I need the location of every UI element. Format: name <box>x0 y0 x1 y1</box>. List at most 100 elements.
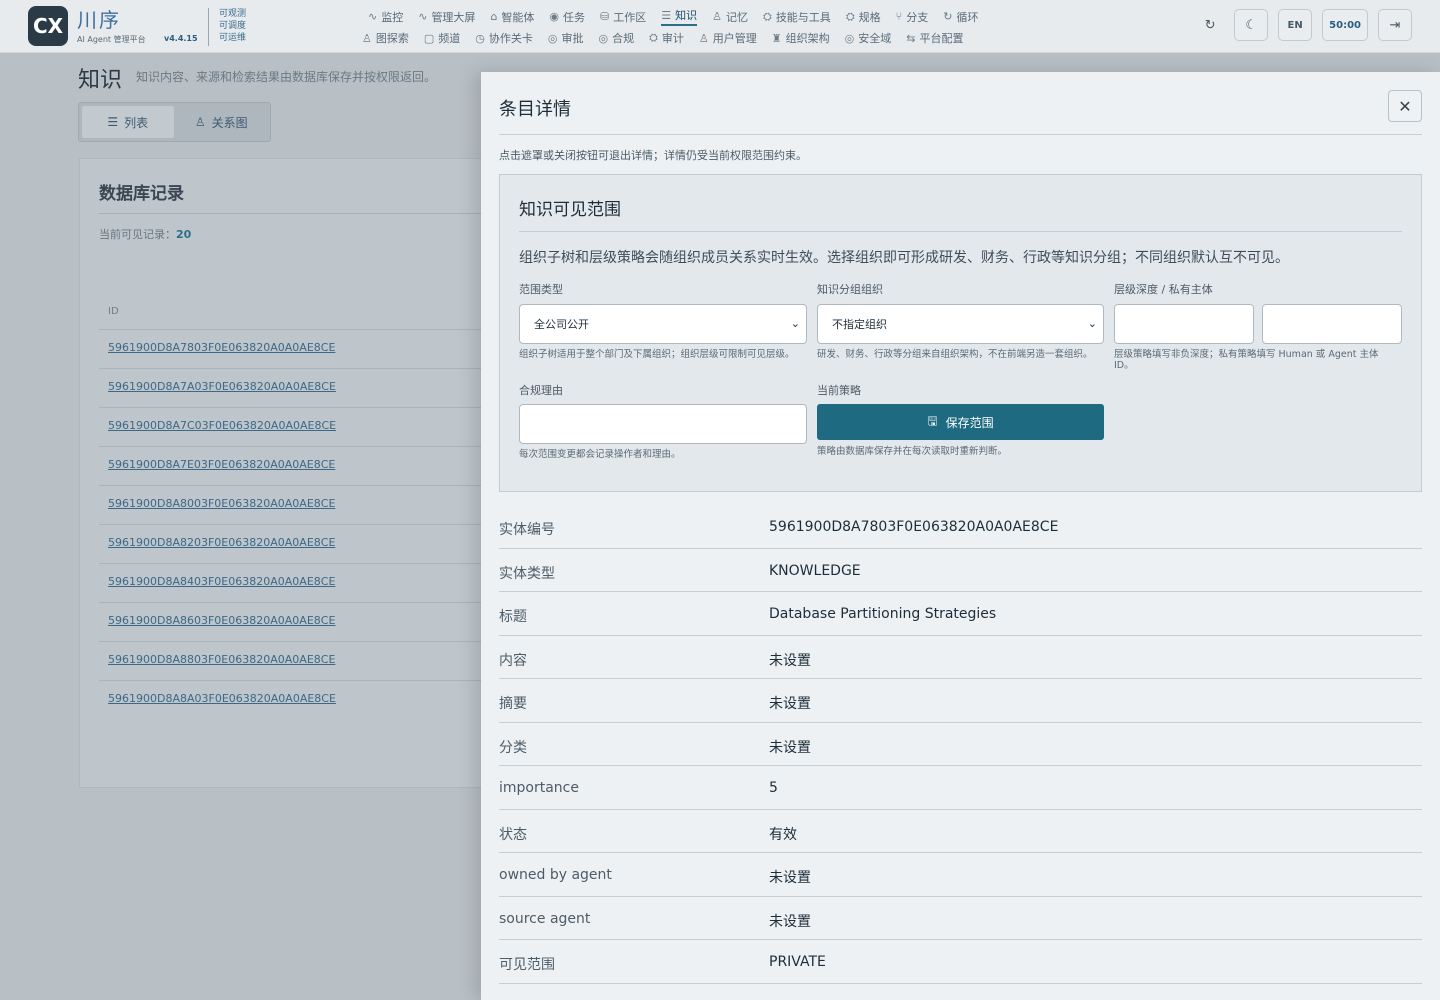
app-version: v4.4.15 <box>164 34 198 43</box>
nav-icon: ♙ <box>712 10 722 23</box>
language-button[interactable]: EN <box>1278 9 1313 41</box>
field-value: 有效 <box>769 826 797 843</box>
group-org-label: 知识分组组织 <box>817 283 883 296</box>
tab-list[interactable]: ☰ 列表 <box>82 106 174 138</box>
close-icon[interactable]: ✕ <box>1388 90 1422 122</box>
detail-row: 摘要 未设置 <box>499 679 1422 723</box>
nav-item[interactable]: ◎ 安全域 <box>845 30 892 46</box>
nav-item-label: 安全域 <box>858 32 892 45</box>
scope-type-value: 全公司公开 <box>534 318 589 331</box>
nav-item-label: 工作区 <box>613 10 647 24</box>
tab-graph[interactable]: ♙ 关系图 <box>176 106 268 138</box>
field-value: 未设置 <box>769 739 811 756</box>
logout-icon[interactable]: ⇥ <box>1378 9 1412 41</box>
graph-icon: ♙ <box>194 115 206 129</box>
nav-item[interactable]: ◉ 任务 <box>549 7 585 26</box>
app-subtitle: AI Agent 管理平台 <box>77 35 146 44</box>
top-navigation-bar: CX 川序 AI Agent 管理平台 v4.4.15 可观测 可调度 可运维 … <box>0 0 1440 53</box>
nav-item-label: 图探索 <box>375 32 409 45</box>
field-label: source agent <box>499 910 591 927</box>
nav-item-label: 规格 <box>858 10 881 24</box>
detail-row: 可见范围 PRIVATE <box>499 940 1422 984</box>
field-value: PRIVATE <box>769 954 826 970</box>
record-id-link[interactable]: 5961900D8A8403F0E063820A0A0AE8CE <box>99 563 499 602</box>
field-value: 未设置 <box>769 870 811 886</box>
nav-item[interactable]: ◎ 合规 <box>599 30 635 46</box>
theme-toggle-moon-icon[interactable]: ☾ <box>1234 9 1269 41</box>
session-timer: 50:00 <box>1322 9 1368 41</box>
detail-row: 实体编号 5961900D8A7803F0E063820A0A0AE8CE <box>499 505 1422 549</box>
record-id-link[interactable]: 5961900D8A8603F0E063820A0A0AE8CE <box>99 602 499 641</box>
nav-icon: ⛁ <box>600 10 610 23</box>
record-id-link[interactable]: 5961900D8A8803F0E063820A0A0AE8CE <box>99 641 499 680</box>
scope-type-label: 范围类型 <box>519 283 563 296</box>
nav-icon: ⛭ <box>649 31 658 44</box>
field-value: 5961900D8A7803F0E063820A0A0AE8CE <box>769 519 1059 535</box>
nav-item[interactable]: ♙ 记忆 <box>712 7 748 26</box>
field-value: 未设置 <box>769 913 811 930</box>
nav-item[interactable]: ∿ 管理大屏 <box>418 7 475 26</box>
private-principal-input[interactable] <box>1262 304 1402 344</box>
nav-icon: ⛭ <box>845 9 855 23</box>
nav-icon: ∿ <box>418 10 428 23</box>
nav-icon: ⌂ <box>490 10 498 23</box>
nav-row-secondary: ♙ 图探索 ▢ 频道 ◷ 协作关卡 ◎ 审批 ◎ 合规 ⛭ 审计 ♙ 用户管理 ♜ 组织架构 ◎ 安全域 ⇆ 平台配置 <box>362 30 964 46</box>
nav-item[interactable]: ∿ 监控 <box>368 7 403 26</box>
reason-help: 每次范围变更都会记录操作者和理由。 <box>519 449 681 460</box>
tab-graph-label: 关系图 <box>211 115 248 130</box>
nav-item-label: 频道 <box>438 32 461 45</box>
record-id-link[interactable]: 5961900D8A7803F0E063820A0A0AE8CE <box>99 329 499 368</box>
nav-item-label: 监控 <box>381 10 404 24</box>
compliance-reason-input[interactable] <box>519 404 807 444</box>
detail-row: 分类 未设置 <box>499 723 1422 766</box>
detail-fields: 实体编号 5961900D8A7803F0E063820A0A0AE8CE 实体类型… <box>499 505 1422 984</box>
nav-icon: ◎ <box>547 31 558 45</box>
column-header-id: ID <box>108 306 119 317</box>
page-title: 知识 <box>78 68 123 93</box>
refresh-icon[interactable]: ↻ <box>1196 9 1224 41</box>
save-scope-button[interactable]: 🖫 保存范围 <box>817 404 1104 440</box>
nav-item[interactable]: ▢ 频道 <box>424 30 460 46</box>
nav-item[interactable]: ⑂ 分支 <box>896 7 929 26</box>
nav-item[interactable]: ♜ 组织架构 <box>772 30 830 46</box>
field-value: KNOWLEDGE <box>769 562 861 579</box>
brand-tag: 可调度 <box>219 21 247 31</box>
record-id-link[interactable]: 5961900D8A7C03F0E063820A0A0AE8CE <box>99 407 499 446</box>
nav-item[interactable]: ⛭ 技能与工具 <box>763 7 831 26</box>
nav-item[interactable]: ♙ 图探索 <box>362 30 409 46</box>
nav-item[interactable]: ⇆ 平台配置 <box>906 30 963 46</box>
detail-row: owned by agent 未设置 <box>499 853 1422 897</box>
nav-item[interactable]: ⛭ 审计 <box>649 30 684 46</box>
nav-item[interactable]: ⛭ 规格 <box>846 7 881 26</box>
group-org-help: 研发、财务、行政等分组来自组织架构，不在前端另造一套组织。 <box>817 349 1093 360</box>
nav-icon: ▢ <box>423 31 435 45</box>
nav-item[interactable]: ⌂ 智能体 <box>490 7 534 26</box>
record-id-link[interactable]: 5961900D8A7A03F0E063820A0A0AE8CE <box>99 368 499 407</box>
record-id-link[interactable]: 5961900D8A8203F0E063820A0A0AE8CE <box>99 524 499 563</box>
nav-icon: ⑂ <box>895 10 903 23</box>
nav-item-label: 智能体 <box>501 10 535 24</box>
field-label: importance <box>499 780 579 796</box>
divider <box>499 134 1422 135</box>
drawer-hint: 点击遮罩或关闭按钮可退出详情；详情仍受当前权限范围约束。 <box>499 149 807 162</box>
nav-item-label: 记忆 <box>726 10 748 24</box>
depth-input[interactable] <box>1114 304 1254 344</box>
view-switcher: ☰ 列表 ♙ 关系图 <box>78 102 271 142</box>
nav-item[interactable]: ◎ 审批 <box>548 30 584 46</box>
field-value: 未设置 <box>769 696 811 712</box>
group-org-select[interactable]: 不指定组织 ⌄ <box>817 304 1104 344</box>
nav-item[interactable]: ☰ 知识 <box>661 7 698 26</box>
record-id-link[interactable]: 5961900D8A7E03F0E063820A0A0AE8CE <box>99 446 499 485</box>
nav-item-label: 循环 <box>956 10 979 24</box>
nav-item[interactable]: ◷ 协作关卡 <box>475 30 533 46</box>
app-logo[interactable]: CX <box>28 6 68 46</box>
record-id-link[interactable]: 5961900D8A8003F0E063820A0A0AE8CE <box>99 485 499 524</box>
nav-item[interactable]: ↻ 循环 <box>943 7 978 26</box>
nav-item-label: 管理大屏 <box>431 10 476 24</box>
scope-type-select[interactable]: 全公司公开 ⌄ <box>519 304 807 344</box>
nav-item-label: 分支 <box>906 10 929 24</box>
nav-icon: ♙ <box>362 31 372 45</box>
nav-item[interactable]: ♙ 用户管理 <box>699 30 757 46</box>
record-id-link[interactable]: 5961900D8A8A03F0E063820A0A0AE8CE <box>99 680 499 719</box>
nav-item[interactable]: ⛁ 工作区 <box>600 7 646 26</box>
